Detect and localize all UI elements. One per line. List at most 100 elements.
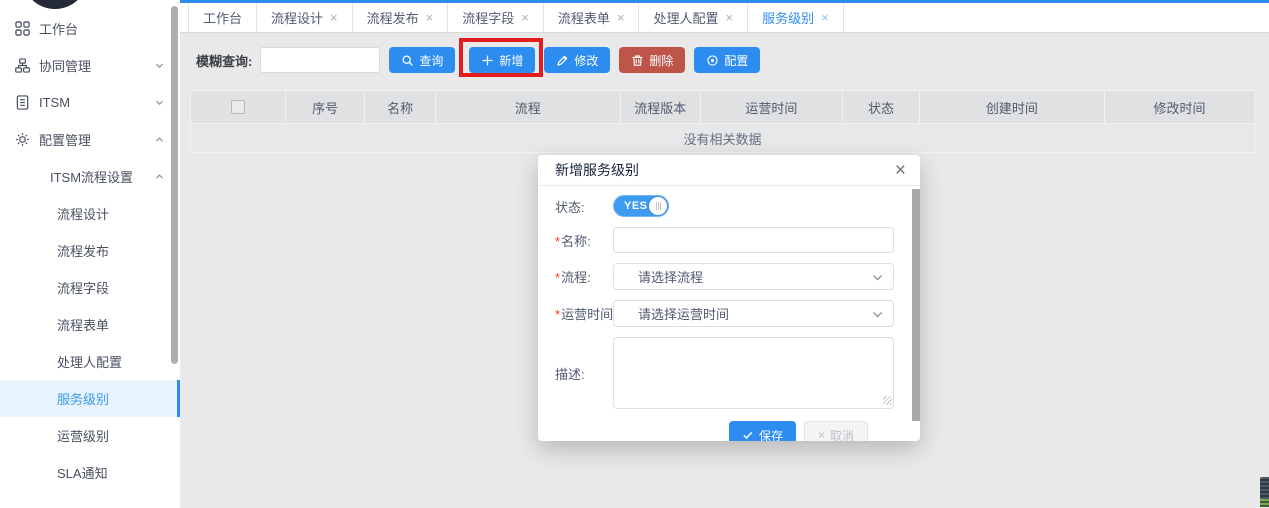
sidebar-item-flow-publish[interactable]: 流程发布 [0, 232, 180, 269]
column-header-flow: 流程 [435, 91, 620, 124]
resize-grip-icon[interactable] [883, 396, 892, 405]
config-target-icon [706, 54, 719, 67]
fuzzy-search-input[interactable] [260, 47, 380, 73]
grid-icon [14, 21, 30, 37]
delete-button[interactable]: 删除 [619, 47, 685, 73]
sidebar-item-operation-level[interactable]: 运营级别 [0, 417, 180, 454]
close-icon[interactable]: × [521, 11, 529, 24]
column-header-modified: 修改时间 [1104, 91, 1254, 124]
sidebar-item-label: 流程表单 [57, 315, 109, 334]
tab-flow-fields[interactable]: 流程字段 × [448, 3, 544, 32]
sidebar-item-itsm[interactable]: ITSM [0, 84, 180, 121]
sidebar-item-label: 协同管理 [39, 56, 91, 75]
toggle-on-label: YES [624, 200, 648, 212]
name-field-row: *名称: [555, 227, 894, 253]
empty-row: 没有相关数据 [191, 124, 1255, 153]
close-icon[interactable]: × [821, 11, 829, 24]
gear-icon [14, 132, 30, 148]
close-icon[interactable]: × [725, 11, 733, 24]
sidebar: 工作台 协同管理 ITSM [0, 0, 180, 508]
corner-widget[interactable] [1260, 477, 1269, 507]
query-button[interactable]: 查询 [389, 47, 455, 73]
close-icon[interactable]: × [330, 11, 338, 24]
column-header-status: 状态 [843, 91, 920, 124]
tab-flow-forms[interactable]: 流程表单 × [544, 3, 640, 32]
op-time-select-placeholder: 请选择运营时间 [638, 304, 729, 323]
sidebar-item-label: 配置管理 [39, 130, 91, 149]
chevron-down-icon [154, 97, 165, 108]
sidebar-item-label: 处理人配置 [57, 352, 122, 371]
name-input[interactable] [613, 227, 894, 253]
check-icon [742, 429, 754, 441]
column-header-name: 名称 [365, 91, 435, 124]
config-button[interactable]: 配置 [694, 47, 760, 73]
cancel-button[interactable]: × 取消 [804, 421, 868, 441]
flow-select[interactable]: 请选择流程 [613, 263, 894, 290]
description-field-row: 描述: [555, 337, 894, 409]
sidebar-item-label: 工作台 [39, 19, 78, 38]
close-icon[interactable]: × [426, 11, 434, 24]
pencil-icon [556, 54, 569, 67]
sidebar-item-label: 流程字段 [57, 278, 109, 297]
x-icon: × [818, 428, 825, 441]
tab-label: 流程发布 [367, 8, 419, 27]
select-all-checkbox[interactable] [231, 100, 245, 114]
sidebar-item-sla-notify[interactable]: SLA通知 [0, 454, 180, 491]
sidebar-item-label: 流程设计 [57, 204, 109, 223]
search-icon [401, 54, 414, 67]
sidebar-item-itsm-flow-settings[interactable]: ITSM流程设置 [0, 158, 180, 195]
op-time-label: *运营时间: [555, 304, 613, 323]
description-textarea[interactable] [613, 337, 894, 409]
op-time-select[interactable]: 请选择运营时间 [613, 300, 894, 327]
name-label: *名称: [555, 231, 613, 250]
tab-workbench[interactable]: 工作台 [188, 3, 257, 32]
service-level-table: 序号 名称 流程 流程版本 运营时间 状态 创建时间 修改时间 没有相关数据 [190, 90, 1255, 153]
sidebar-item-collaboration[interactable]: 协同管理 [0, 47, 180, 84]
sidebar-item-workbench[interactable]: 工作台 [0, 10, 180, 47]
fuzzy-search-label: 模糊查询: [196, 51, 252, 70]
sidebar-item-flow-design[interactable]: 流程设计 [0, 195, 180, 232]
close-icon[interactable]: × [895, 161, 906, 180]
tab-service-level[interactable]: 服务级别 × [748, 3, 844, 32]
description-label: 描述: [555, 364, 613, 383]
tab-label: 处理人配置 [653, 8, 718, 27]
flow-select-placeholder: 请选择流程 [638, 267, 703, 286]
flow-label: *流程: [555, 267, 613, 286]
sidebar-item-handler-config[interactable]: 处理人配置 [0, 343, 180, 380]
modal-title: 新增服务级别 [555, 160, 639, 180]
sidebar-nav: 工作台 协同管理 ITSM [0, 0, 180, 491]
modal-body: 状态: YES *名称: *流程: 请选择流程 *运营时间: [538, 186, 920, 441]
empty-data-text: 没有相关数据 [191, 124, 1255, 153]
plus-icon [481, 54, 494, 67]
sidebar-item-config-mgmt[interactable]: 配置管理 [0, 121, 180, 158]
tab-label: 流程设计 [271, 8, 323, 27]
op-time-field-row: *运营时间: 请选择运营时间 [555, 300, 894, 327]
edit-button[interactable]: 修改 [544, 47, 610, 73]
sidebar-item-label: 流程发布 [57, 241, 109, 260]
document-icon [14, 95, 30, 111]
tab-flow-design[interactable]: 流程设计 × [257, 3, 353, 32]
sidebar-item-label: SLA通知 [57, 463, 108, 482]
add-button[interactable]: 新增 [469, 47, 535, 73]
toolbar: 模糊查询: 查询 新增 [180, 33, 1269, 73]
sidebar-item-label: 服务级别 [57, 389, 109, 408]
column-header-flow-version: 流程版本 [620, 91, 700, 124]
table-header-row: 序号 名称 流程 流程版本 运营时间 状态 创建时间 修改时间 [191, 91, 1255, 124]
flow-field-row: *流程: 请选择流程 [555, 263, 894, 290]
sidebar-item-label: 运营级别 [57, 426, 109, 445]
tab-flow-publish[interactable]: 流程发布 × [353, 3, 449, 32]
save-button[interactable]: 保存 [729, 421, 796, 441]
tab-handler-config[interactable]: 处理人配置 × [639, 3, 748, 32]
close-icon[interactable]: × [617, 11, 625, 24]
trash-icon [631, 54, 644, 67]
chevron-down-icon [871, 308, 884, 321]
modal-scrollbar[interactable] [912, 189, 920, 421]
sidebar-item-service-level[interactable]: 服务级别 [0, 380, 180, 417]
status-toggle[interactable]: YES [613, 195, 669, 217]
chevron-up-icon [154, 171, 165, 182]
tab-label: 服务级别 [762, 8, 814, 27]
sidebar-item-label: ITSM [39, 95, 70, 110]
sidebar-item-flow-fields[interactable]: 流程字段 [0, 269, 180, 306]
sidebar-item-flow-forms[interactable]: 流程表单 [0, 306, 180, 343]
modal-footer: 保存 × 取消 [555, 421, 894, 441]
